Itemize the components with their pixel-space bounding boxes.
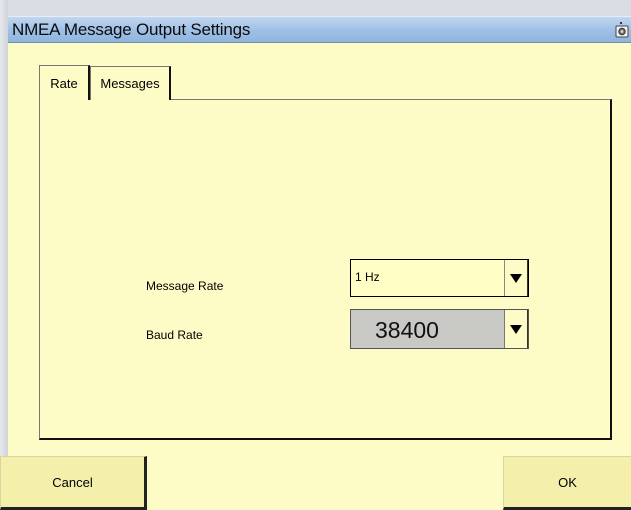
chevron-down-icon [510,324,522,334]
window-title: NMEA Message Output Settings [12,20,251,39]
window-edge [0,0,8,510]
message-rate-value: 1 Hz [355,270,380,284]
title-bar: NMEA Message Output Settings [8,16,631,43]
baud-rate-dropdown[interactable]: 38400 [350,309,529,349]
tab-rate-label: Rate [50,75,78,91]
tab-panel-rate: Message Rate 1 Hz Baud Rate 38400 [39,99,612,440]
camera-icon[interactable] [615,21,629,39]
cancel-button[interactable]: Cancel [0,456,147,510]
ok-button-label: OK [558,474,577,490]
chevron-down-icon [510,273,522,283]
cancel-button-label: Cancel [52,474,93,490]
message-rate-label: Message Rate [146,279,224,293]
tab-messages[interactable]: Messages [90,66,171,100]
dialog-body: Message Rate 1 Hz Baud Rate 38400 Rate M… [0,43,631,510]
baud-rate-dropdown-button[interactable] [504,310,528,348]
message-rate-dropdown[interactable]: 1 Hz [350,259,529,297]
baud-rate-label: Baud Rate [146,328,203,342]
baud-rate-value: 38400 [375,317,439,343]
tab-rate[interactable]: Rate [39,65,90,100]
message-rate-dropdown-button[interactable] [504,260,528,296]
ok-button[interactable]: OK [503,456,631,510]
tab-messages-label: Messages [100,76,160,91]
